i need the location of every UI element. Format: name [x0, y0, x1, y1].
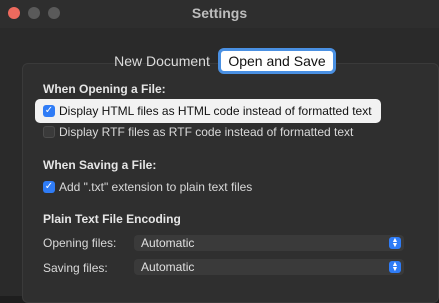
rtf-option-row[interactable]: Display RTF files as RTF code instead of…: [43, 125, 353, 139]
chevron-updown-icon: ▲ ▼: [389, 237, 401, 249]
tab-open-and-save[interactable]: Open and Save: [218, 48, 336, 74]
opening-encoding-value: Automatic: [141, 236, 195, 250]
tab-new-document[interactable]: New Document: [108, 48, 216, 74]
txt-extension-row[interactable]: ✓ Add ".txt" extension to plain text fil…: [43, 180, 252, 194]
title-bar: Settings: [0, 0, 439, 28]
encoding-heading: Plain Text File Encoding: [43, 212, 181, 226]
opening-encoding-select[interactable]: Automatic ▲ ▼: [134, 235, 404, 251]
checkbox-rtf-code[interactable]: [43, 126, 55, 138]
chevron-updown-icon: ▲ ▼: [389, 261, 401, 273]
rtf-option-label: Display RTF files as RTF code instead of…: [59, 125, 354, 139]
txt-extension-label: Add ".txt" extension to plain text files: [59, 180, 253, 194]
saving-encoding-value: Automatic: [141, 260, 195, 274]
checkbox-html-code[interactable]: ✓: [43, 105, 55, 117]
saving-encoding-select[interactable]: Automatic ▲ ▼: [134, 259, 404, 275]
settings-window: Settings New Document Open and Save When…: [0, 0, 439, 303]
saving-heading: When Saving a File:: [43, 158, 157, 172]
window-title: Settings: [191, 5, 248, 21]
opening-files-label: Opening files:: [43, 236, 117, 250]
html-option-label: Display HTML files as HTML code instead …: [59, 104, 372, 118]
opening-heading: When Opening a File:: [43, 82, 166, 96]
html-option-row[interactable]: ✓ Display HTML files as HTML code instea…: [43, 104, 372, 118]
checkbox-txt-extension[interactable]: ✓: [43, 181, 55, 193]
saving-files-label: Saving files:: [43, 261, 108, 275]
